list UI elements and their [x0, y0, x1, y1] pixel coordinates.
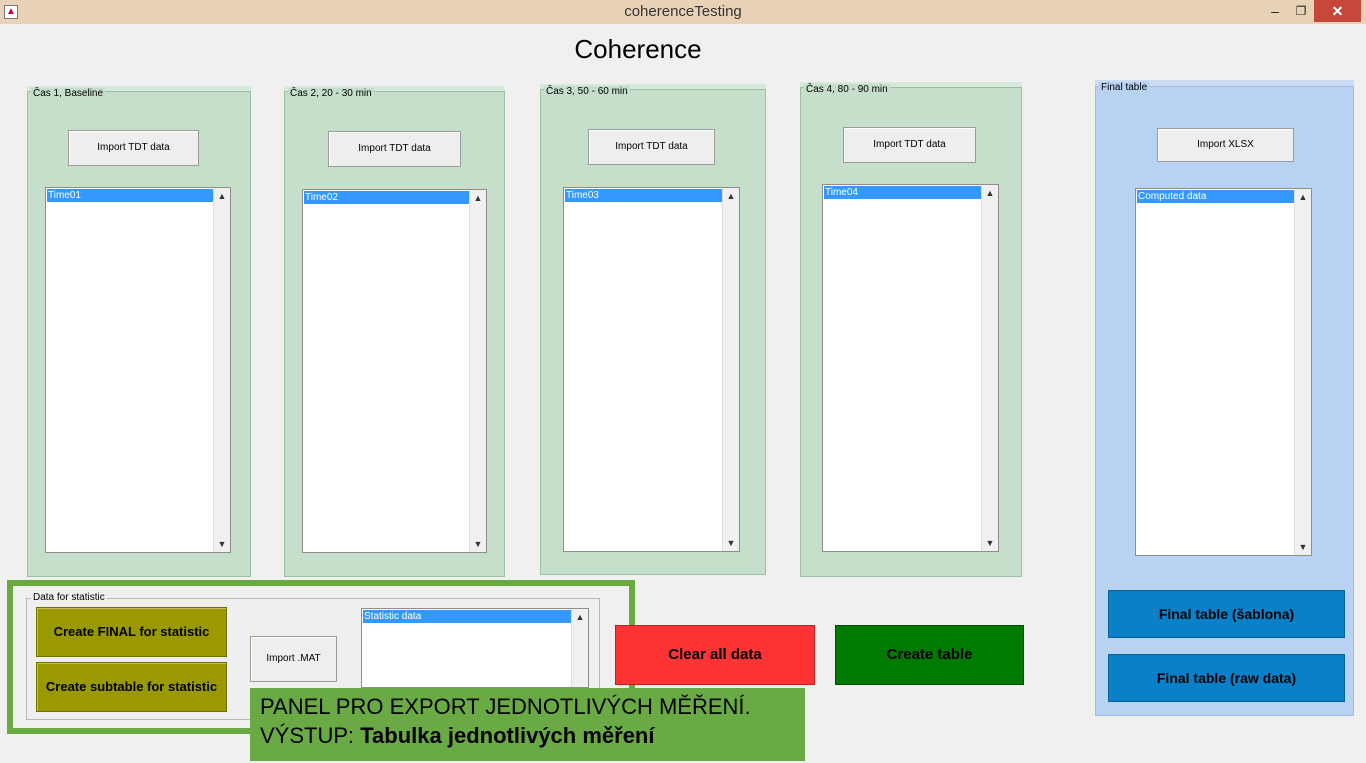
final-table-sablona-button[interactable]: Final table (šablona) — [1108, 590, 1345, 638]
scrollbar[interactable]: ▲ ▼ — [722, 188, 739, 551]
list-item[interactable]: Time03 — [565, 189, 722, 202]
annotation-line-2-bold: Tabulka jednotlivých měření — [360, 723, 655, 748]
scroll-down-icon[interactable]: ▼ — [214, 537, 230, 551]
list-item[interactable]: Time04 — [824, 186, 981, 199]
final-table-raw-button[interactable]: Final table (raw data) — [1108, 654, 1345, 702]
list-item[interactable]: Time02 — [304, 191, 469, 204]
create-subtable-statistic-button[interactable]: Create subtable for statistic — [36, 662, 227, 712]
listbox-statistic[interactable]: Statistic data ▲ — [361, 608, 589, 688]
list-item[interactable]: Time01 — [47, 189, 213, 202]
annotation-line-1: PANEL PRO EXPORT JEDNOTLIVÝCH MĚŘENÍ. — [260, 694, 751, 719]
scroll-up-icon[interactable]: ▲ — [572, 610, 588, 624]
scrollbar[interactable]: ▲ ▼ — [213, 188, 230, 552]
import-tdt-button-4[interactable]: Import TDT data — [843, 127, 976, 163]
scrollbar[interactable]: ▲ — [571, 609, 588, 687]
restore-icon[interactable]: ❐ — [1288, 0, 1314, 22]
scroll-up-icon[interactable]: ▲ — [214, 189, 230, 203]
list-item[interactable]: Computed data — [1137, 190, 1294, 203]
scrollbar[interactable]: ▲ ▼ — [981, 185, 998, 551]
scroll-up-icon[interactable]: ▲ — [1295, 190, 1311, 204]
listbox-time-1[interactable]: Time01 ▲ ▼ — [45, 187, 231, 553]
create-final-statistic-button[interactable]: Create FINAL for statistic — [36, 607, 227, 657]
import-tdt-button-1[interactable]: Import TDT data — [68, 130, 199, 166]
import-tdt-button-3[interactable]: Import TDT data — [588, 129, 715, 165]
panel-time-1-label: Čas 1, Baseline — [31, 88, 106, 99]
panel-time-2-label: Čas 2, 20 - 30 min — [288, 88, 374, 99]
scroll-up-icon[interactable]: ▲ — [982, 186, 998, 200]
panel-final-table-label: Final table — [1099, 82, 1150, 93]
panel-statistic-label: Data for statistic — [31, 592, 107, 603]
panel-time-3-label: Čas 3, 50 - 60 min — [544, 86, 630, 97]
window-title: coherenceTesting — [624, 3, 742, 20]
scroll-up-icon[interactable]: ▲ — [723, 189, 739, 203]
create-table-button[interactable]: Create table — [835, 625, 1024, 685]
listbox-final-table[interactable]: Computed data ▲ ▼ — [1135, 188, 1312, 556]
minimize-icon[interactable]: – — [1262, 0, 1288, 22]
list-item[interactable]: Statistic data — [363, 610, 571, 623]
clear-all-data-button[interactable]: Clear all data — [615, 625, 815, 685]
import-xlsx-button[interactable]: Import XLSX — [1157, 128, 1294, 162]
annotation-line-2-prefix: VÝSTUP: — [260, 723, 361, 748]
scroll-down-icon[interactable]: ▼ — [723, 536, 739, 550]
scrollbar[interactable]: ▲ ▼ — [469, 190, 486, 552]
scroll-down-icon[interactable]: ▼ — [1295, 540, 1311, 554]
listbox-time-3[interactable]: Time03 ▲ ▼ — [563, 187, 740, 552]
close-icon[interactable]: ✕ — [1314, 0, 1361, 22]
listbox-time-2[interactable]: Time02 ▲ ▼ — [302, 189, 487, 553]
annotation-line-2: VÝSTUP: Tabulka jednotlivých měření — [260, 721, 805, 750]
import-tdt-button-2[interactable]: Import TDT data — [328, 131, 461, 167]
page-title: Coherence — [574, 34, 702, 64]
import-mat-button[interactable]: Import .MAT — [250, 636, 337, 682]
scroll-down-icon[interactable]: ▼ — [470, 537, 486, 551]
listbox-time-4[interactable]: Time04 ▲ ▼ — [822, 184, 999, 552]
scroll-down-icon[interactable]: ▼ — [982, 536, 998, 550]
scrollbar[interactable]: ▲ ▼ — [1294, 189, 1311, 555]
scroll-up-icon[interactable]: ▲ — [470, 191, 486, 205]
panel-time-4-label: Čas 4, 80 - 90 min — [804, 84, 890, 95]
annotation-callout: PANEL PRO EXPORT JEDNOTLIVÝCH MĚŘENÍ. VÝ… — [250, 688, 805, 761]
